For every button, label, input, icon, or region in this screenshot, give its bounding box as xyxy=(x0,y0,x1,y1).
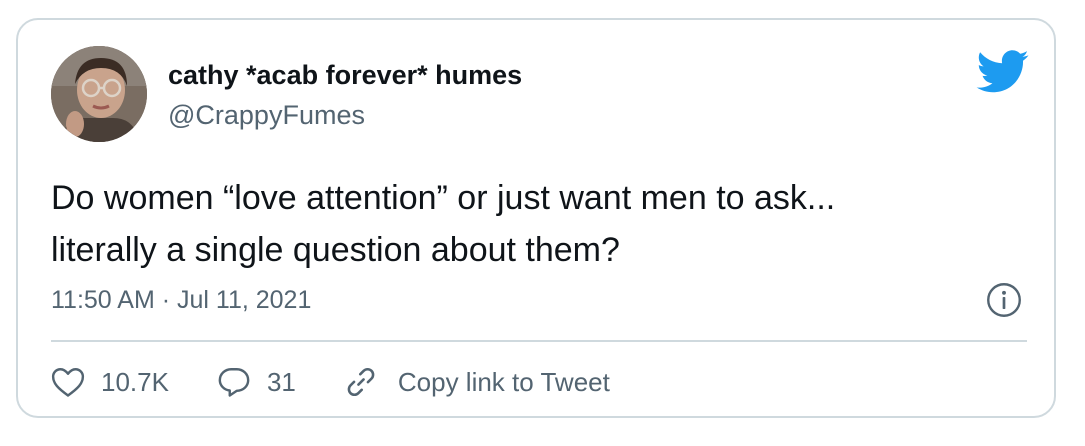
heart-icon xyxy=(51,368,85,397)
copy-link-label: Copy link to Tweet xyxy=(397,366,610,397)
twitter-bird-icon[interactable] xyxy=(976,50,1030,94)
action-bar: 10.7K 31 Copy link to Tweet xyxy=(51,362,658,402)
user-handle[interactable]: @CrappyFumes xyxy=(168,100,365,131)
divider xyxy=(51,340,1027,342)
link-icon xyxy=(347,367,375,397)
tweet-card: cathy *acab forever* humes @CrappyFumes … xyxy=(16,18,1056,418)
info-icon[interactable] xyxy=(986,282,1022,318)
like-button[interactable]: 10.7K xyxy=(51,366,169,398)
reply-button[interactable]: 31 xyxy=(217,366,296,398)
tweet-timestamp[interactable]: 11:50 AM · Jul 11, 2021 xyxy=(51,286,311,315)
tweet-text-line: literally a single question about them? xyxy=(51,231,620,269)
display-name[interactable]: cathy *acab forever* humes xyxy=(168,60,522,91)
reply-bubble-icon xyxy=(218,368,250,397)
tweet-text: Do women “love attention” or just want m… xyxy=(51,172,1011,276)
avatar-photo xyxy=(51,46,147,142)
reply-count: 31 xyxy=(266,366,296,397)
like-count: 10.7K xyxy=(101,366,169,397)
copy-link-button[interactable]: Copy link to Tweet xyxy=(344,365,610,399)
avatar[interactable] xyxy=(51,46,147,142)
tweet-text-line: Do women “love attention” or just want m… xyxy=(51,179,836,217)
